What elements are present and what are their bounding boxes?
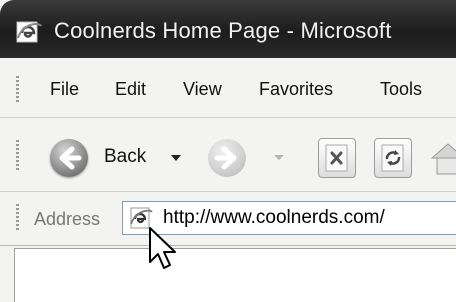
menu-tools[interactable]: Tools [380, 79, 422, 100]
refresh-button[interactable] [374, 138, 412, 178]
menu-favorites[interactable]: Favorites [259, 79, 333, 100]
menu-view[interactable]: View [183, 79, 222, 100]
home-icon[interactable] [428, 138, 456, 178]
menu-file[interactable]: File [50, 79, 79, 100]
refresh-icon [381, 144, 404, 172]
stop-button[interactable] [318, 138, 356, 178]
ie-page-icon [16, 21, 42, 43]
stop-icon [325, 144, 348, 172]
page-content[interactable] [14, 248, 456, 302]
toolbar-grip[interactable] [16, 140, 19, 170]
menu-bar-grip[interactable] [16, 76, 19, 102]
title-bar[interactable]: Coolnerds Home Page - Microsoft [0, 0, 456, 58]
back-button-label[interactable]: Back [104, 146, 146, 168]
address-bar: Address [0, 192, 456, 246]
forward-dropdown-icon[interactable] [274, 155, 284, 160]
address-bar-grip[interactable] [16, 204, 19, 232]
menu-edit[interactable]: Edit [115, 79, 146, 100]
address-input[interactable] [163, 205, 453, 231]
menu-bar: File Edit View Favorites Tools [0, 58, 456, 118]
forward-button[interactable] [208, 139, 246, 177]
standard-toolbar: Back [0, 118, 456, 192]
address-label: Address [34, 209, 101, 229]
back-dropdown-icon[interactable] [171, 155, 181, 161]
back-arrow-icon [59, 146, 82, 170]
back-button[interactable] [50, 139, 88, 177]
browser-window: Coolnerds Home Page - Microsoft File Edi… [0, 0, 456, 302]
mouse-pointer-icon [149, 227, 176, 269]
forward-arrow-icon [214, 146, 237, 170]
window-title: Coolnerds Home Page - Microsoft [54, 18, 392, 43]
